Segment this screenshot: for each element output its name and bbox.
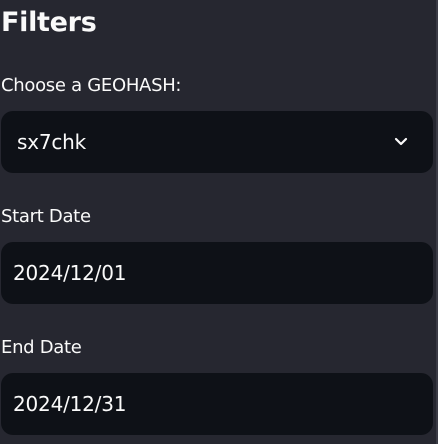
start-date-value: 2024/12/01 (13, 261, 127, 285)
geohash-label: Choose a GEOHASH: (1, 75, 182, 96)
end-date-label: End Date (1, 337, 82, 358)
end-date-value: 2024/12/31 (13, 392, 127, 416)
start-date-input[interactable]: 2024/12/01 (1, 242, 433, 304)
geohash-selected-value: sx7chk (17, 130, 87, 154)
sidebar: Filters Choose a GEOHASH: sx7chk Start D… (0, 0, 436, 444)
sidebar-title: Filters (1, 7, 97, 38)
end-date-input[interactable]: 2024/12/31 (1, 373, 433, 435)
chevron-down-icon[interactable] (393, 135, 409, 149)
geohash-select[interactable]: sx7chk (1, 111, 433, 173)
start-date-label: Start Date (1, 206, 91, 227)
